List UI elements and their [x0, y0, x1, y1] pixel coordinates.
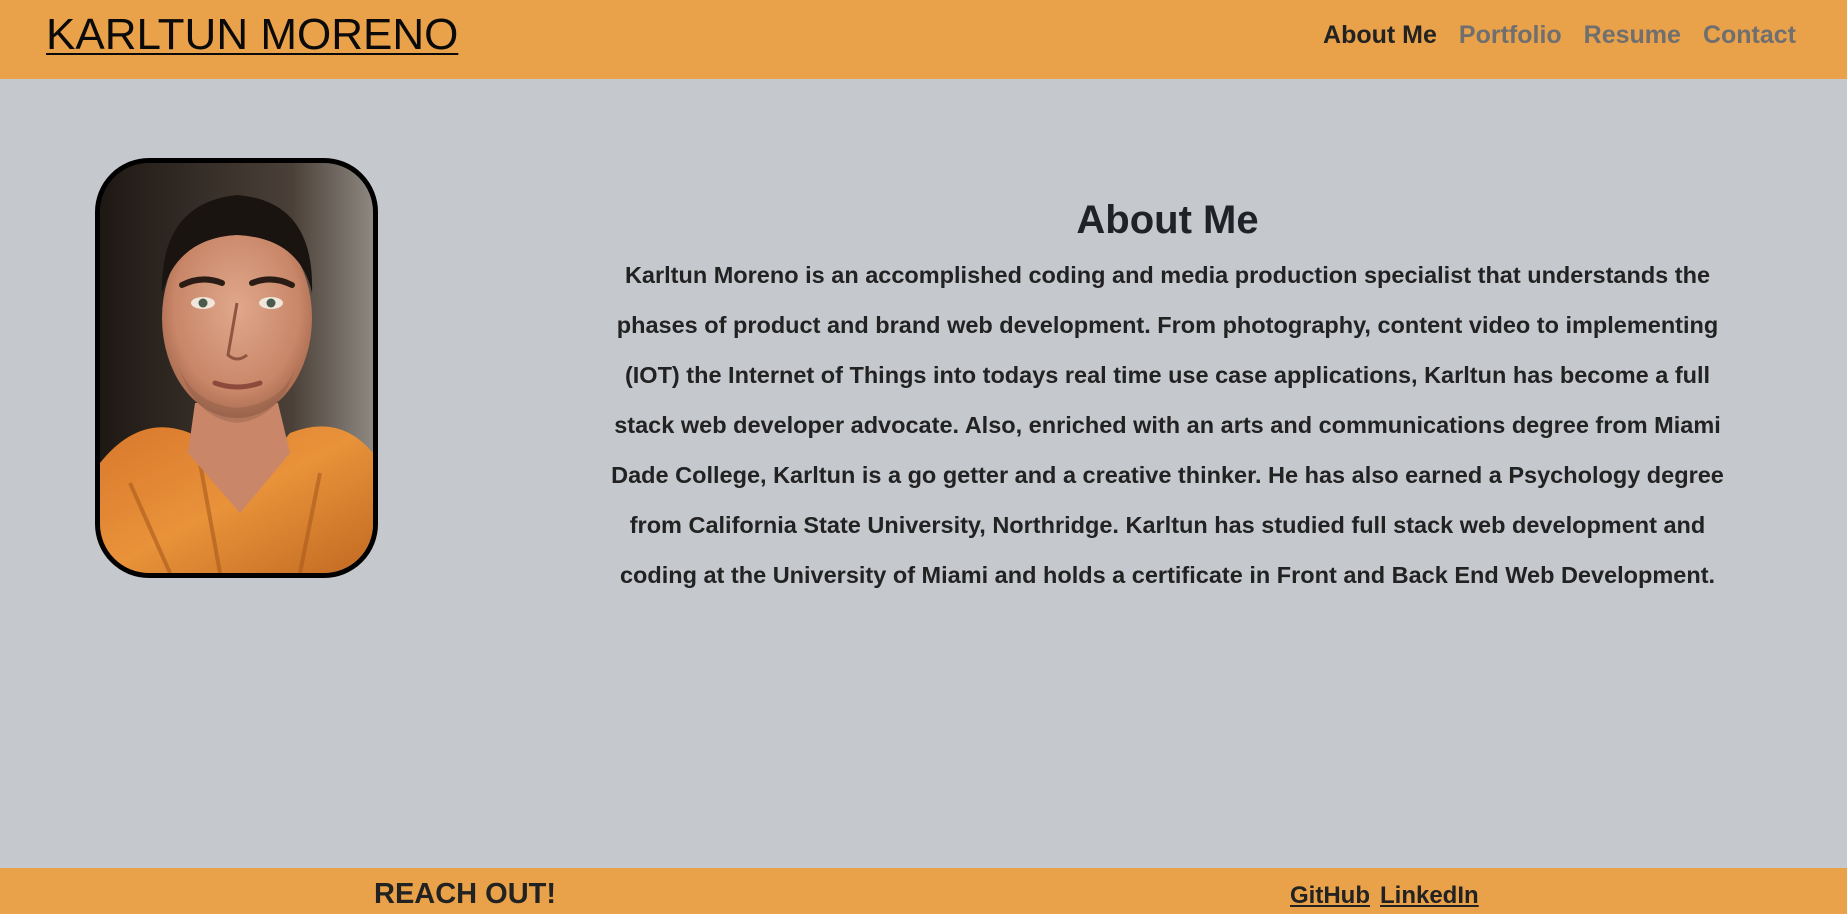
nav-portfolio[interactable]: Portfolio	[1448, 20, 1573, 50]
main-nav: About Me Portfolio Resume Contact	[1312, 20, 1807, 50]
nav-contact[interactable]: Contact	[1692, 20, 1807, 50]
github-link[interactable]: GitHub	[1290, 882, 1370, 910]
about-section: About Me Karltun Moreno is an accomplish…	[600, 195, 1735, 600]
footer: REACH OUT! GitHub LinkedIn	[0, 868, 1847, 914]
social-links: GitHub LinkedIn	[1290, 882, 1479, 910]
profile-photo	[95, 158, 378, 578]
brand-link[interactable]: KARLTUN MORENO	[46, 10, 458, 60]
about-text: Karltun Moreno is an accomplished coding…	[611, 262, 1724, 588]
about-heading: About Me	[1076, 198, 1259, 242]
reach-out-heading: REACH OUT!	[374, 878, 557, 910]
nav-about-me[interactable]: About Me	[1312, 20, 1448, 50]
portrait-image	[100, 163, 373, 573]
top-navbar: KARLTUN MORENO About Me Portfolio Resume…	[0, 0, 1847, 79]
linkedin-link[interactable]: LinkedIn	[1380, 882, 1479, 910]
nav-resume[interactable]: Resume	[1573, 20, 1692, 50]
